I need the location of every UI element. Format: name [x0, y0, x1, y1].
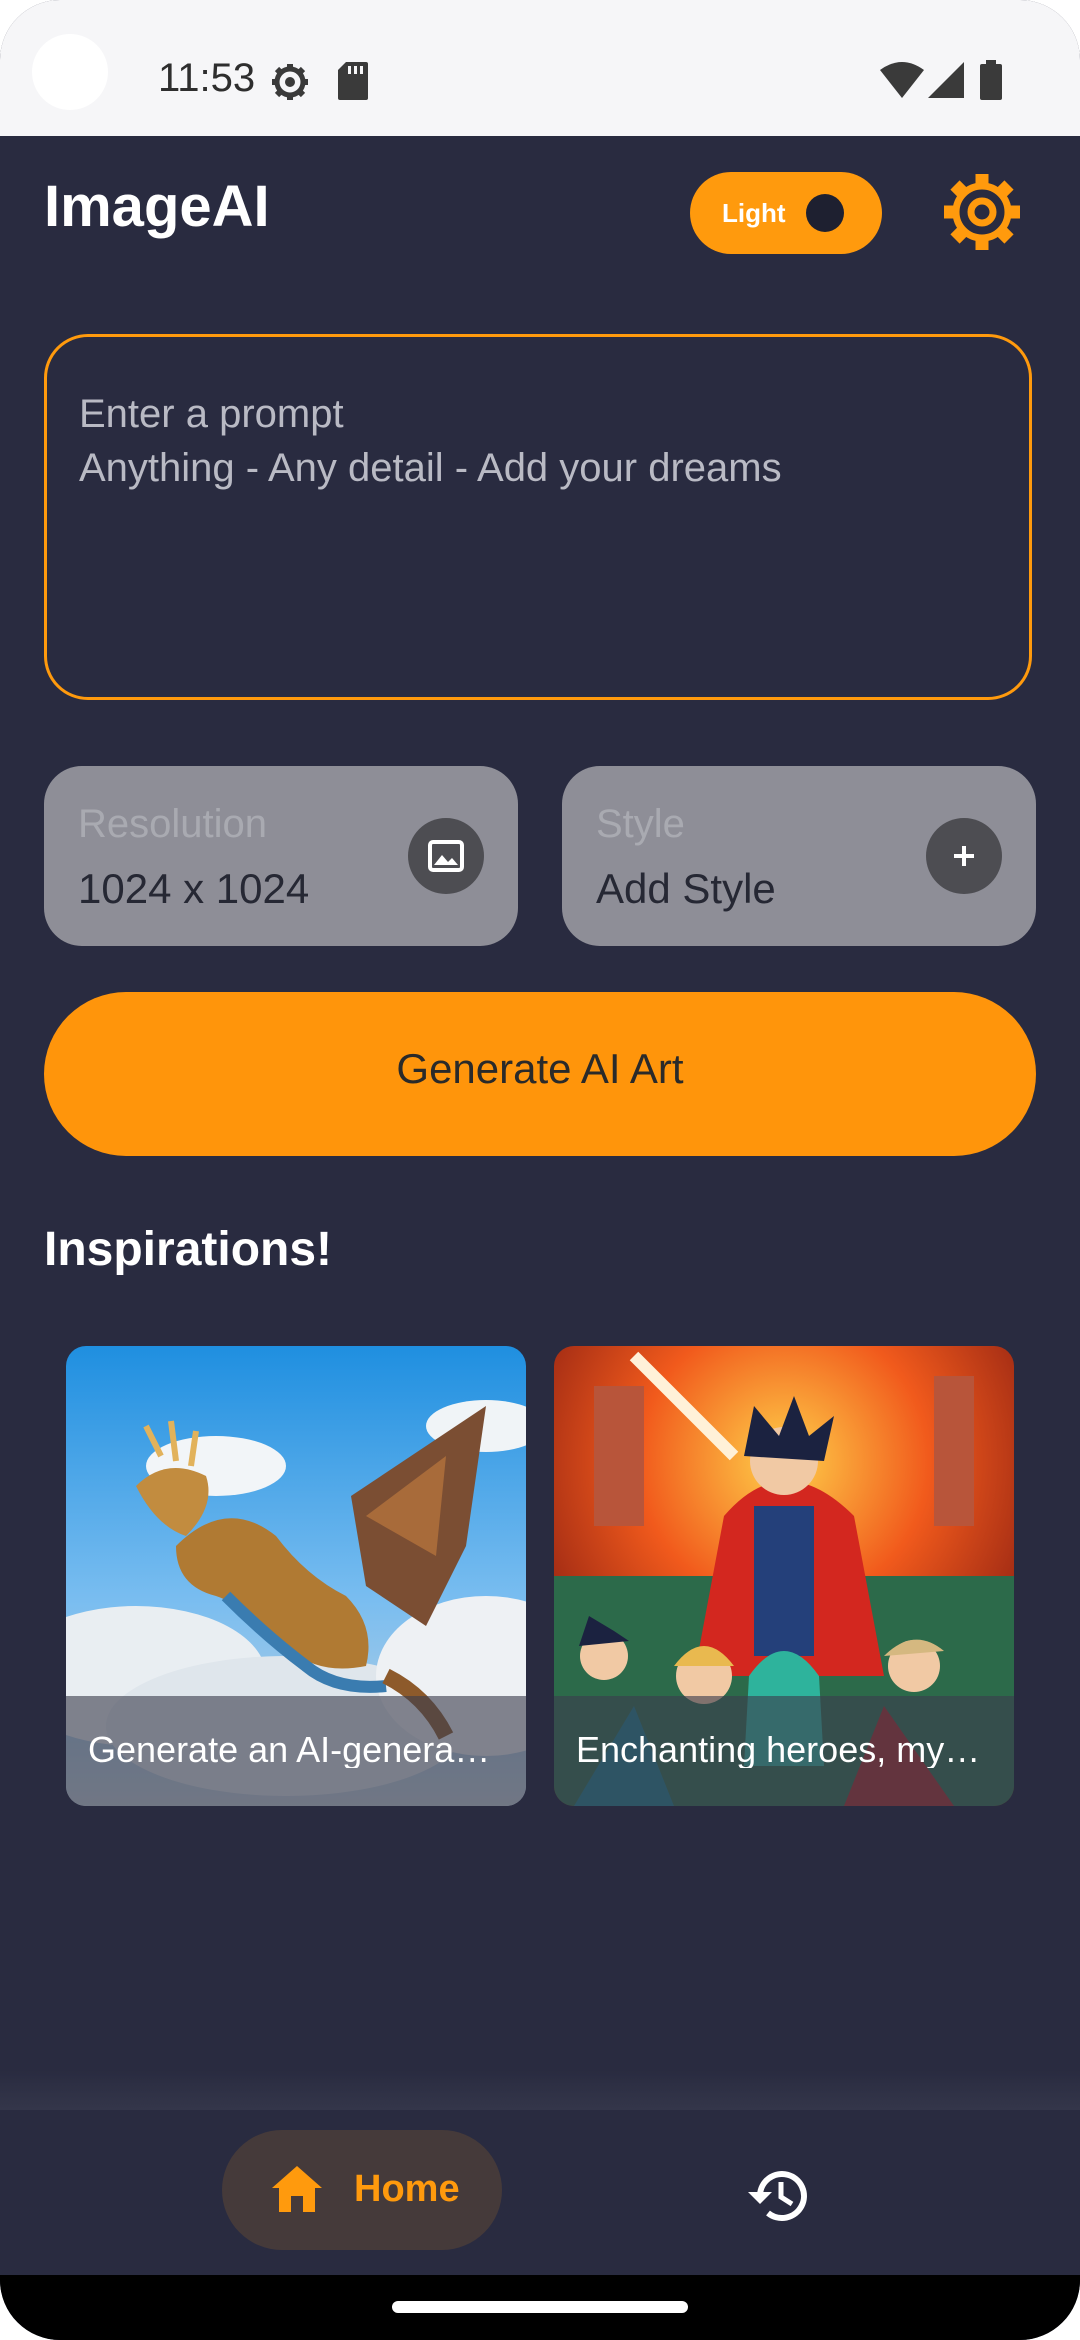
resolution-selector[interactable]: Resolution 1024 x 1024 [44, 766, 518, 946]
gesture-handle[interactable] [392, 2301, 688, 2313]
inspiration-card[interactable]: Enchanting heroes, my… [554, 1346, 1014, 1806]
plus-icon [954, 846, 974, 866]
image-icon-button[interactable] [408, 818, 484, 894]
battery-icon [980, 60, 1002, 100]
home-icon [272, 2166, 322, 2212]
app-screen: 11:53 ImageAI Light Enter a prompt Anyth… [0, 0, 1080, 2340]
toggle-knob [806, 194, 844, 232]
image-icon [428, 840, 464, 872]
resolution-value: 1024 x 1024 [78, 865, 310, 912]
plus-icon-button[interactable] [926, 818, 1002, 894]
prompt-placeholder: Enter a prompt Anything - Any detail - A… [79, 392, 782, 490]
wifi-icon [880, 62, 924, 98]
inspiration-caption: Generate an AI-genera… [66, 1696, 526, 1806]
nav-home[interactable]: Home [222, 2130, 502, 2250]
generate-button-label: Generate AI Art [396, 1045, 684, 1092]
nav-home-label: Home [354, 2168, 460, 2210]
inspiration-caption-text: Generate an AI-genera… [88, 1732, 491, 1768]
inspiration-card[interactable]: Generate an AI-genera… [66, 1346, 526, 1806]
gesture-area [0, 2275, 1080, 2340]
theme-toggle-label: Light [722, 198, 786, 228]
style-selector[interactable]: Style Add Style [562, 766, 1036, 946]
history-icon[interactable] [746, 2162, 812, 2228]
bottom-navigation: Home [0, 2110, 1080, 2275]
gear-icon[interactable] [940, 170, 1024, 254]
cellular-signal-icon [928, 62, 964, 98]
style-value: Add Style [596, 865, 776, 912]
inspirations-title: Inspirations! [44, 1223, 333, 1276]
prompt-input[interactable]: Enter a prompt Anything - Any detail - A… [44, 334, 1032, 700]
inspiration-caption-text: Enchanting heroes, my… [576, 1732, 981, 1768]
resolution-label: Resolution [78, 802, 268, 846]
status-bar: 11:53 [0, 0, 1080, 136]
camera-cutout [32, 34, 108, 110]
theme-toggle[interactable]: Light [690, 172, 882, 254]
inspiration-caption: Enchanting heroes, my… [554, 1696, 1014, 1806]
status-time: 11:53 [158, 56, 256, 100]
generate-button[interactable]: Generate AI Art [44, 992, 1036, 1156]
settings-gear-status-icon [272, 64, 308, 100]
sd-card-icon [338, 62, 368, 100]
app-title: ImageAI [44, 174, 270, 239]
style-label: Style [596, 802, 685, 846]
bottom-fade [0, 2070, 1080, 2110]
